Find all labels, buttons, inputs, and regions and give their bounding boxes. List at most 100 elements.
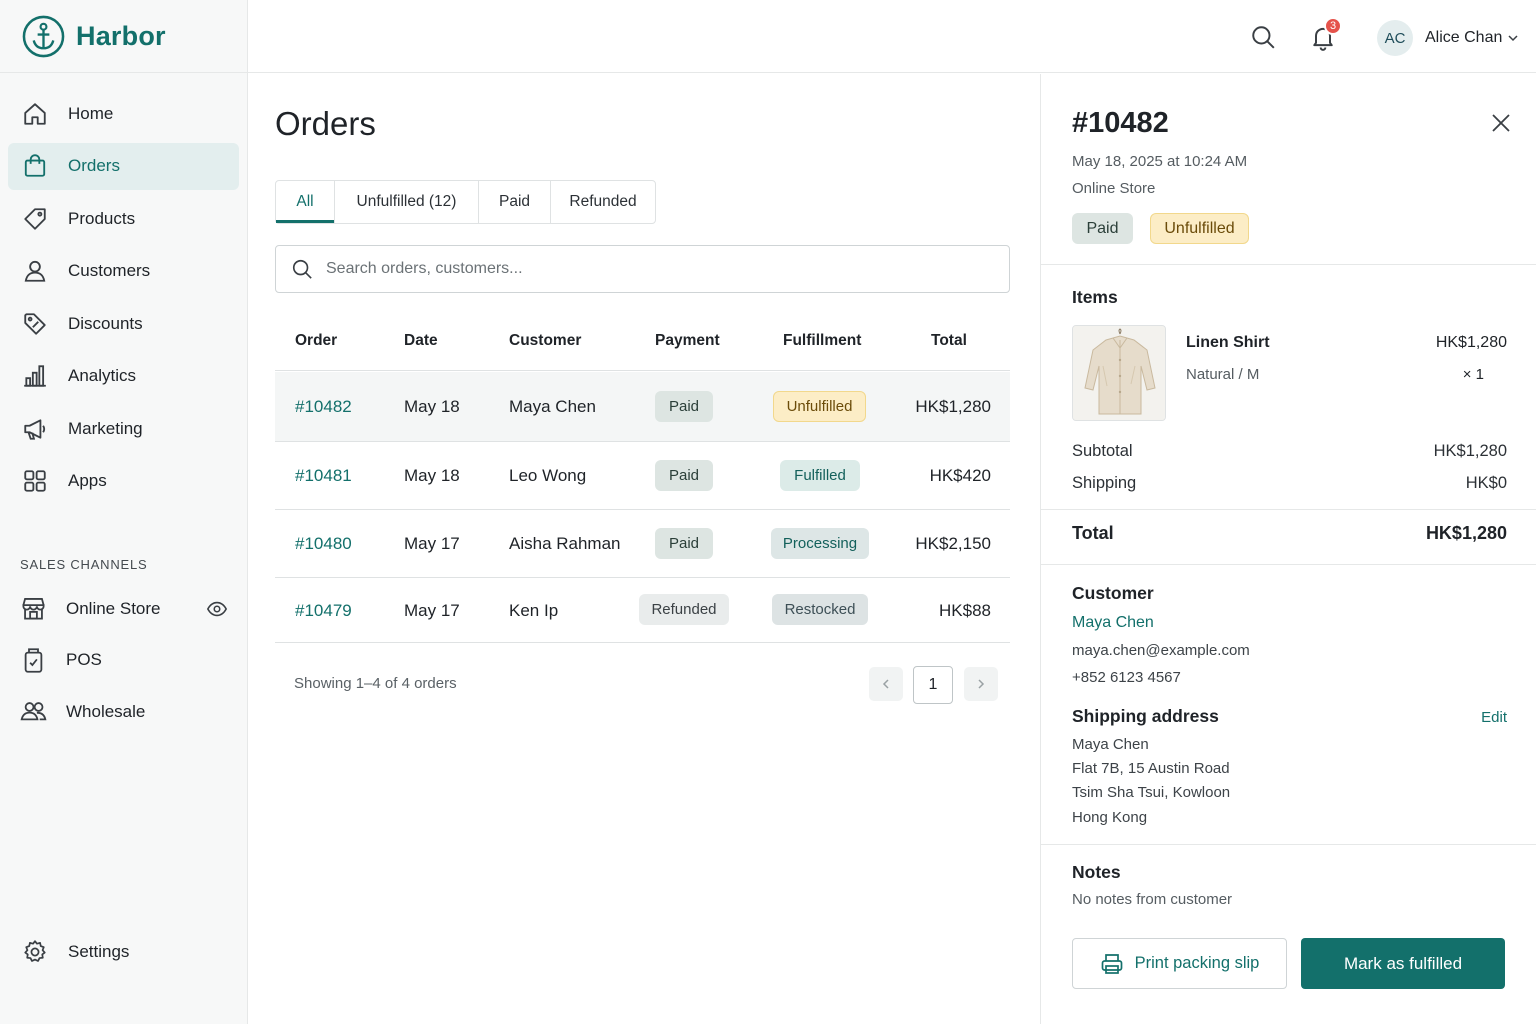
channel-label: Online Store: [66, 598, 161, 618]
column-header-total[interactable]: Total: [931, 332, 967, 350]
column-header-fulfillment[interactable]: Fulfillment: [783, 332, 861, 350]
order-total: HK$420: [929, 466, 991, 485]
sidebar-item-label: Marketing: [68, 418, 143, 438]
print-packing-slip-button[interactable]: Print packing slip: [1072, 938, 1287, 989]
current-page[interactable]: 1: [913, 666, 953, 704]
item-price: HK$1,280: [1435, 334, 1507, 351]
column-header-payment[interactable]: Payment: [655, 332, 720, 350]
order-date: May 18: [404, 397, 460, 416]
total-label: Total: [1072, 523, 1114, 543]
chevron-down-icon[interactable]: [1507, 32, 1519, 44]
eye-icon[interactable]: [206, 598, 228, 620]
sidebar-item-label: Orders: [68, 156, 120, 175]
pos-terminal-icon: [20, 647, 47, 674]
pagination-summary: Showing 1–4 of 4 orders: [294, 675, 457, 692]
close-icon[interactable]: [1490, 112, 1512, 134]
channel-pos[interactable]: POS: [0, 635, 248, 687]
fulfillment-badge: Processing: [771, 528, 869, 559]
previous-page-button[interactable]: [869, 667, 903, 701]
sidebar-item-settings[interactable]: Settings: [8, 928, 239, 975]
divider: [1041, 264, 1536, 265]
order-date: May 18: [404, 466, 460, 485]
table-row[interactable]: #10482 May 18 Maya Chen Paid Unfulfilled…: [275, 372, 1010, 442]
order-number-link[interactable]: #10481: [295, 466, 352, 486]
shipping-label: Shipping: [1072, 474, 1137, 492]
column-header-date[interactable]: Date: [404, 332, 438, 350]
item-name[interactable]: Linen Shirt: [1186, 334, 1270, 352]
order-number-link[interactable]: #10479: [295, 601, 352, 621]
fulfillment-badge: Fulfilled: [780, 460, 860, 491]
sidebar-item-apps[interactable]: Apps: [8, 458, 239, 505]
item-variant: Natural / M: [1186, 366, 1260, 383]
sidebar-item-label: Analytics: [68, 366, 137, 385]
column-header-customer[interactable]: Customer: [509, 332, 581, 350]
sidebar-item-home[interactable]: Home: [8, 90, 239, 137]
tab-paid[interactable]: Paid: [479, 181, 551, 223]
divider: [1041, 509, 1536, 510]
sidebar-item-customers[interactable]: Customers: [8, 248, 239, 295]
divider: [1041, 564, 1536, 565]
address-line: Flat 7B, 15 Austin Road: [1072, 760, 1230, 777]
customer-name-link[interactable]: Maya Chen: [1072, 614, 1154, 632]
mark-as-fulfilled-button[interactable]: Mark as fulfilled: [1301, 938, 1505, 989]
avatar[interactable]: AC: [1377, 20, 1413, 56]
search-input[interactable]: [326, 260, 926, 278]
next-page-button[interactable]: [964, 667, 998, 701]
table-row[interactable]: #10480 May 17 Aisha Rahman Paid Processi…: [275, 510, 1010, 578]
sidebar-item-label: Products: [68, 208, 136, 228]
items-heading: Items: [1072, 287, 1118, 307]
sidebar-item-analytics[interactable]: Analytics: [8, 353, 239, 400]
payment-status-badge: Paid: [1072, 213, 1133, 244]
table-row[interactable]: #10481 May 18 Leo Wong Paid Fulfilled HK…: [275, 442, 1010, 510]
chevron-left-icon: [882, 679, 889, 689]
order-tabs: All Unfulfilled (12) Paid Refunded: [275, 180, 656, 224]
tab-all[interactable]: All: [276, 181, 335, 223]
sidebar-item-discounts[interactable]: Discounts: [8, 300, 239, 347]
sidebar: Harbor Home Orders Products Customers Di…: [0, 0, 248, 1024]
grid-icon: [22, 468, 48, 494]
payment-badge: Paid: [655, 460, 713, 491]
order-number-link[interactable]: #10482: [295, 397, 352, 417]
tab-refunded[interactable]: Refunded: [551, 181, 655, 223]
sidebar-item-label: Apps: [68, 471, 107, 490]
channel-label: POS: [66, 650, 102, 670]
edit-address-link[interactable]: Edit: [1481, 709, 1507, 726]
bar-chart-icon: [22, 363, 48, 389]
order-number-link[interactable]: #10480: [295, 534, 352, 554]
table-row[interactable]: #10479 May 17 Ken Ip Refunded Restocked …: [275, 578, 1010, 643]
item-quantity: × 1: [1462, 366, 1484, 383]
sidebar-item-marketing[interactable]: Marketing: [8, 405, 239, 452]
main-nav: Home Orders Products Customers Discounts: [0, 90, 248, 510]
sidebar-item-products[interactable]: Products: [8, 195, 239, 242]
customer-heading: Customer: [1072, 583, 1154, 603]
anchor-logo-icon: [22, 15, 65, 58]
shipping-value: HK$0: [1465, 474, 1507, 492]
brand[interactable]: Harbor: [0, 0, 247, 73]
tab-unfulfilled[interactable]: Unfulfilled (12): [335, 181, 479, 223]
address-line: Tsim Sha Tsui, Kowloon: [1072, 784, 1231, 801]
brand-name: Harbor: [76, 20, 166, 51]
product-thumbnail[interactable]: [1072, 325, 1166, 421]
table-header: Order Date Customer Payment Fulfillment …: [275, 324, 1010, 371]
search-icon[interactable]: [1250, 24, 1276, 50]
person-icon: [22, 258, 48, 284]
user-name[interactable]: Alice Chan: [1425, 29, 1502, 47]
printer-icon: [1100, 952, 1124, 976]
customer-email[interactable]: maya.chen@example.com: [1072, 642, 1250, 659]
order-customer: Leo Wong: [509, 466, 587, 485]
search-icon: [291, 258, 313, 280]
shipping-address-heading: Shipping address: [1072, 706, 1219, 726]
channel-online-store[interactable]: Online Store: [0, 583, 248, 635]
channel-label: Wholesale: [66, 701, 146, 721]
sidebar-item-orders[interactable]: Orders: [8, 142, 239, 190]
payment-badge: Paid: [655, 391, 713, 422]
column-header-order[interactable]: Order: [295, 332, 337, 350]
storefront-icon: [20, 595, 47, 622]
channel-wholesale[interactable]: Wholesale: [0, 686, 248, 738]
fulfillment-badge: Unfulfilled: [773, 391, 866, 422]
address-line: Maya Chen: [1072, 736, 1149, 753]
megaphone-icon: [22, 416, 48, 442]
order-date: May 17: [404, 601, 460, 620]
order-date: May 18, 2025 at 10:24 AM: [1072, 153, 1248, 170]
order-total: HK$88: [939, 601, 991, 620]
